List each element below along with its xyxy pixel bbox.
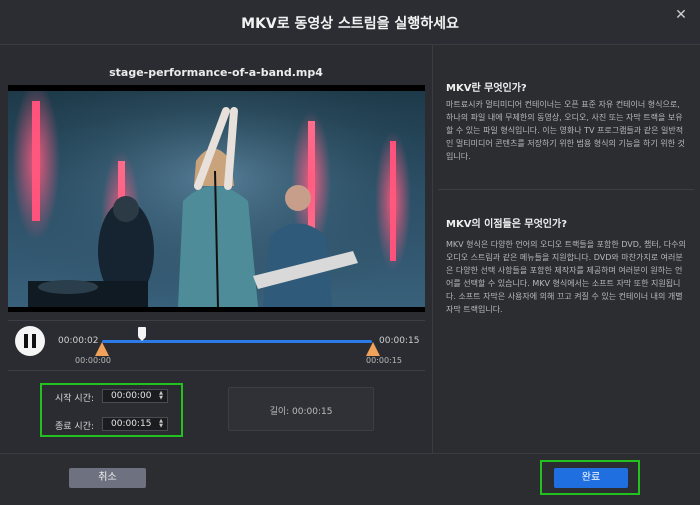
info-body-mkv-benefits: MKV 형식은 다양한 언어의 오디오 트랙들을 포함한 DVD, 챕터, 다수… xyxy=(446,240,686,314)
trim-end-handle[interactable] xyxy=(366,342,380,356)
player-divider xyxy=(8,320,425,321)
end-time-field[interactable]: ▲▼ xyxy=(102,417,168,431)
start-time-input[interactable] xyxy=(103,390,163,402)
title-bar: MKV로 동영상 스트림을 실행하세요 ✕ xyxy=(0,0,700,45)
file-name: stage-performance-of-a-band.mp4 xyxy=(109,66,323,79)
length-display: 길이: 00:00:15 xyxy=(228,387,374,431)
playhead[interactable] xyxy=(138,327,146,341)
cancel-button[interactable]: 취소 xyxy=(69,468,146,488)
concert-scene-image xyxy=(8,85,425,308)
info-divider xyxy=(438,189,694,190)
controls-divider xyxy=(8,370,425,371)
pause-icon xyxy=(24,334,28,348)
start-time-spinner-icon[interactable]: ▲ ▼ xyxy=(157,391,165,402)
end-time-input[interactable] xyxy=(103,418,163,430)
trim-start-time-label: 00:00:00 xyxy=(75,356,111,365)
start-time-label: 시작 시간: xyxy=(55,394,95,404)
end-time: 00:00:15 xyxy=(379,336,420,346)
done-button-highlight: 완료 xyxy=(540,460,640,495)
trim-start-handle[interactable] xyxy=(95,342,109,356)
video-frame xyxy=(8,85,425,308)
done-button[interactable]: 완료 xyxy=(554,468,628,488)
info-body-what-is-mkv: 마트료시카 멀티미디어 컨테이너는 오픈 표준 자유 컨테이너 형식으로, 하나… xyxy=(446,100,685,161)
end-time-spinner-icon[interactable]: ▲ ▼ xyxy=(157,419,165,430)
pause-icon-bar xyxy=(32,334,36,348)
length-text: 길이: 00:00:15 xyxy=(269,407,333,417)
end-time-label: 종료 시간: xyxy=(55,422,95,432)
current-time: 00:00:02 xyxy=(58,336,99,346)
info-heading-what-is-mkv: MKV란 무엇인가? xyxy=(446,83,527,94)
pause-button[interactable] xyxy=(15,326,45,356)
dialog-title: MKV로 동영상 스트림을 실행하세요 xyxy=(241,16,459,32)
close-icon[interactable]: ✕ xyxy=(672,6,690,24)
trim-end-time-label: 00:00:15 xyxy=(366,356,402,365)
video-preview[interactable] xyxy=(8,85,425,312)
start-time-field[interactable]: ▲▼ xyxy=(102,389,168,403)
info-heading-mkv-benefits: MKV의 이점들은 무엇인가? xyxy=(446,219,568,230)
